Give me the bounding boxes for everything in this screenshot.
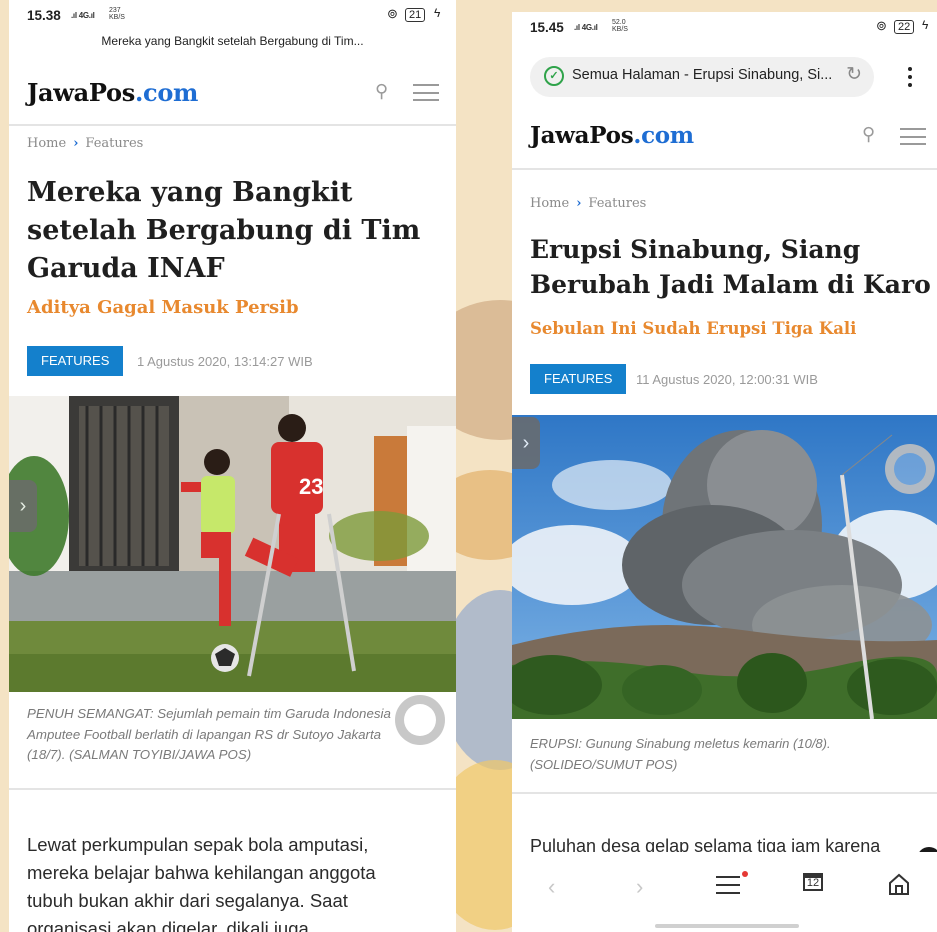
caption-divider [9, 788, 456, 790]
header-divider [9, 124, 456, 126]
browser-bottom-nav: ‹ › 12 [512, 852, 937, 932]
status-time: 15.45 [530, 20, 564, 35]
status-bar: 15.38 .ıl 4G.ıl 237 KB/S ⊚ 21 ϟ [9, 0, 456, 30]
menu-icon[interactable] [716, 871, 748, 894]
photo-caption: PENUH SEMANGAT: Sejumlah pemain tim Garu… [27, 706, 391, 762]
tabs-icon[interactable]: 12 [803, 873, 823, 891]
article-subhead: Aditya Gagal Masuk Persib [27, 297, 299, 318]
back-icon[interactable]: ‹ [548, 874, 555, 900]
jawapos-logo[interactable]: JawaPos.com [27, 78, 198, 107]
signal-icon: .ıl 4G.ıl [71, 11, 95, 20]
breadcrumb-home[interactable]: Home [530, 196, 569, 211]
battery-icon: 22 [894, 20, 915, 34]
search-icon[interactable]: ⚲ [862, 124, 875, 145]
hamburger-menu-icon[interactable] [900, 128, 926, 145]
browser-menu-icon[interactable] [908, 67, 912, 91]
left-phone-screenshot: 15.38 .ıl 4G.ıl 237 KB/S ⊚ 21 ϟ Mereka ya… [9, 0, 456, 932]
features-badge[interactable]: FEATURES [27, 346, 124, 376]
article-body: Lewat perkumpulan sepak bola amputasi, me… [27, 834, 376, 932]
address-bar-text[interactable]: Semua Halaman - Erupsi Sinabung, Si... [572, 67, 832, 83]
article-photo: 23 [9, 396, 456, 692]
breadcrumb-home[interactable]: Home [27, 136, 66, 151]
article-photo [512, 415, 937, 719]
floating-assist-button[interactable] [885, 444, 935, 494]
caption-divider [512, 792, 937, 794]
jersey-number: 23 [299, 474, 323, 499]
forward-icon[interactable]: › [636, 874, 643, 900]
article-headline: Mereka yang Bangkit setelah Bergabung di … [27, 177, 421, 284]
publish-date: 11 Agustus 2020, 12:00:31 WIB [636, 372, 818, 387]
breadcrumb: Home › Features [530, 196, 647, 211]
breadcrumb-features[interactable]: Features [85, 136, 143, 151]
charging-icon: ϟ [922, 18, 929, 32]
home-icon[interactable] [885, 870, 913, 898]
status-time: 15.38 [27, 8, 61, 23]
tab-title: Mereka yang Bangkit setelah Bergabung di… [101, 34, 364, 48]
article-subhead: Sebulan Ini Sudah Erupsi Tiga Kali [530, 319, 857, 338]
side-panel-toggle[interactable]: › [512, 417, 540, 469]
alarm-icon: ⊚ [876, 18, 887, 33]
features-badge[interactable]: FEATURES [530, 364, 627, 394]
breadcrumb: Home › Features [27, 136, 144, 151]
photo-caption: ERUPSI: Gunung Sinabung meletus kemarin … [530, 736, 831, 772]
battery-icon: 21 [405, 8, 426, 22]
hamburger-menu-icon[interactable] [413, 84, 439, 101]
breadcrumb-features[interactable]: Features [588, 196, 646, 211]
network-speed: 52.0 KB/S [612, 19, 628, 33]
notification-dot [742, 871, 748, 877]
reload-icon[interactable]: ↻ [846, 63, 862, 86]
charging-icon: ϟ [434, 6, 441, 20]
header-divider [512, 168, 937, 170]
publish-date: 1 Agustus 2020, 13:14:27 WIB [137, 354, 313, 369]
network-speed: 237 KB/S [109, 7, 125, 21]
status-bar: 15.45 .ıl 4G.ıl 52.0 KB/S ⊚ 22 ϟ [512, 12, 937, 42]
side-panel-toggle[interactable]: › [9, 480, 37, 532]
alarm-icon: ⊚ [387, 6, 398, 21]
gesture-handle[interactable] [655, 924, 799, 928]
shield-check-icon: ✓ [544, 66, 564, 86]
signal-icon: .ıl 4G.ıl [574, 23, 598, 32]
jawapos-logo[interactable]: JawaPos.com [530, 122, 694, 149]
search-icon[interactable]: ⚲ [375, 81, 388, 102]
right-phone-screenshot: 15.45 .ıl 4G.ıl 52.0 KB/S ⊚ 22 ϟ ✓ Semua … [512, 12, 937, 932]
address-bar[interactable]: ✓ Semua Halaman - Erupsi Sinabung, Si...… [530, 57, 874, 97]
article-headline: Erupsi Sinabung, Siang Berubah Jadi Malam… [530, 235, 931, 299]
